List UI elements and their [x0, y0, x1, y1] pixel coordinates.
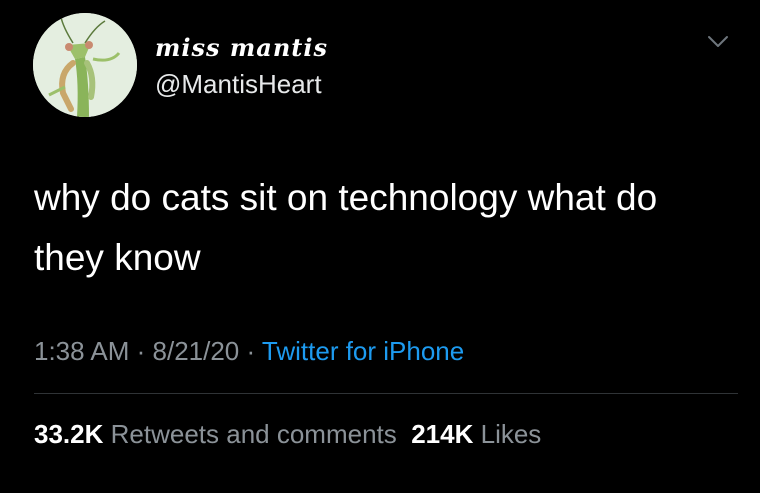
likes-count: 214K — [411, 419, 474, 449]
retweets-stat[interactable]: 33.2K Retweets and comments — [34, 419, 397, 449]
praying-mantis-icon — [33, 13, 137, 117]
tweet-text: why do cats sit on technology what do th… — [34, 177, 658, 278]
tweet-meta: 1:38 AM · 8/21/20 · Twitter for iPhone — [34, 335, 464, 367]
tweet-stats: 33.2K Retweets and comments 214K Likes — [34, 418, 541, 450]
meta-separator: · — [129, 336, 153, 366]
display-name[interactable]: miss mantis — [155, 33, 328, 63]
user-handle[interactable]: @MantisHeart — [155, 68, 322, 100]
tweet-date[interactable]: 8/21/20 — [153, 336, 240, 366]
chevron-down-icon[interactable] — [706, 34, 730, 50]
likes-label: Likes — [480, 419, 542, 449]
meta-separator: · — [239, 336, 262, 366]
tweet-source-link[interactable]: Twitter for iPhone — [262, 336, 464, 366]
tweet-time[interactable]: 1:38 AM — [34, 336, 129, 366]
tweet-card: miss mantis @MantisHeart why do cats sit… — [0, 0, 760, 493]
retweets-count: 33.2K — [34, 419, 104, 449]
likes-stat[interactable]: 214K Likes — [411, 419, 541, 449]
retweets-label: Retweets and comments — [110, 419, 397, 449]
divider — [34, 393, 738, 394]
avatar[interactable] — [33, 13, 137, 117]
